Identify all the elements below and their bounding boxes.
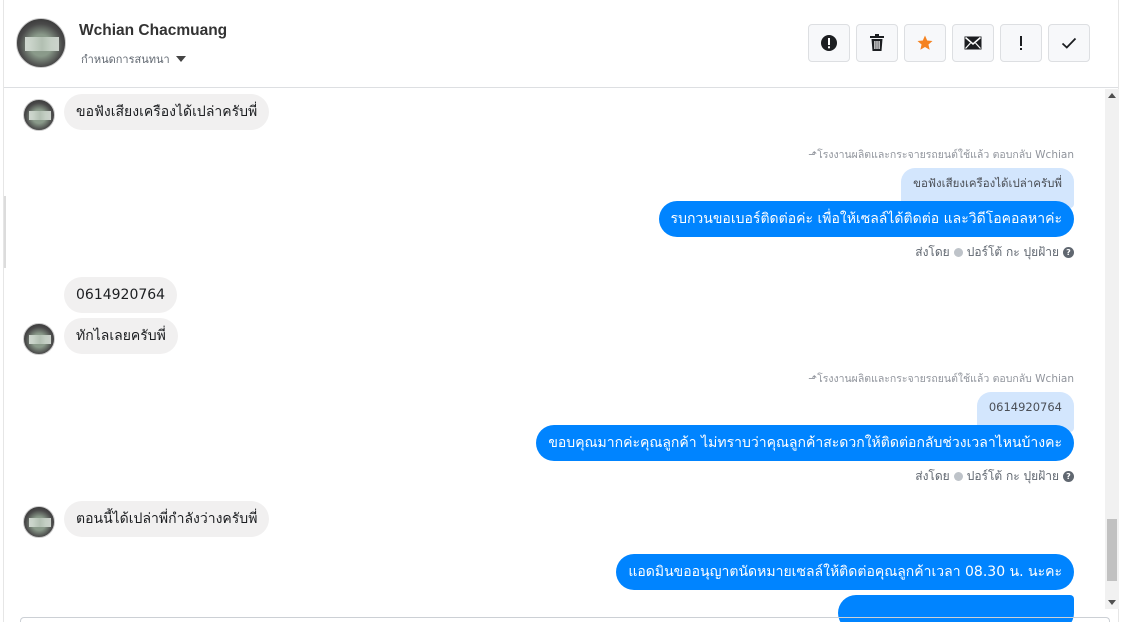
- incoming-message[interactable]: ตอนนี้ได้เปล่าพี่กำลังว่างครับพี่: [64, 501, 270, 537]
- incoming-message[interactable]: ทักไลเลยครับพี่: [64, 318, 178, 354]
- scrollbar-thumb[interactable]: [1107, 519, 1117, 581]
- exclamation-icon: [1020, 36, 1022, 50]
- page-badge-icon: [953, 472, 963, 481]
- sent-by-label: ส่งโดย: [915, 245, 950, 259]
- reply-note-text: โรงงานผลิตและกระจายรถยนต์ใช้แล้ว ตอบกลับ…: [817, 373, 1074, 385]
- mark-unread-button[interactable]: [952, 24, 994, 62]
- contact-name[interactable]: Wchian Chacmuang: [79, 22, 227, 40]
- mark-spam-button[interactable]: [808, 24, 850, 62]
- conversation-settings-label: กำหนดการสนทนา: [81, 53, 170, 66]
- scroll-down-arrow-icon[interactable]: [1108, 600, 1116, 605]
- composer-top-edge: [20, 617, 1110, 622]
- sent-by-label: ส่งโดย: [915, 469, 950, 483]
- messenger-window: Wchian Chacmuang กำหนดการสนทนา ขอฟังเสีย…: [3, 0, 1119, 622]
- action-toolbar: [808, 24, 1090, 62]
- help-icon[interactable]: ?: [1063, 471, 1074, 482]
- thread-scrollbar[interactable]: [1105, 89, 1119, 609]
- trash-icon: [870, 34, 884, 51]
- page-badge-icon: [953, 248, 963, 257]
- checkmark-icon: [1061, 37, 1077, 49]
- delete-button[interactable]: [856, 24, 898, 62]
- envelope-icon: [964, 36, 982, 50]
- reply-context-note: ⬏โรงงานผลิตและกระจายรถยนต์ใช้แล้ว ตอบกลั…: [808, 370, 1074, 387]
- reply-arrow-icon: ⬏: [808, 149, 818, 161]
- reply-context-note: ⬏โรงงานผลิตและกระจายรถยนต์ใช้แล้ว ตอบกลั…: [808, 146, 1074, 163]
- help-icon[interactable]: ?: [1063, 247, 1074, 258]
- contact-avatar-small: [23, 99, 55, 131]
- outgoing-message[interactable]: แอดมินขออนุญาตนัดหมายเซลล์ให้ติดต่อคุณลู…: [616, 554, 1074, 590]
- mark-done-button[interactable]: [1048, 24, 1090, 62]
- sent-by-line: ส่งโดย ปอร์โต้ กะ ปุยฝ้าย ?: [915, 243, 1074, 262]
- reply-note-text: โรงงานผลิตและกระจายรถยนต์ใช้แล้ว ตอบกลับ…: [817, 149, 1074, 161]
- reply-arrow-icon: ⬏: [808, 373, 818, 385]
- contact-avatar[interactable]: [16, 18, 66, 68]
- sender-name[interactable]: ปอร์โต้ กะ ปุยฝ้าย: [967, 467, 1059, 486]
- outgoing-message[interactable]: ขอบคุณมากค่ะคุณลูกค้า ไม่ทราบว่าคุณลูกค้…: [536, 425, 1074, 461]
- follow-up-button[interactable]: [1000, 24, 1042, 62]
- incoming-message[interactable]: ขอฟังเสียงเครืองได้เปล่าครับพี่: [64, 94, 270, 130]
- exclamation-circle-icon: [821, 35, 837, 51]
- conversation-settings-dropdown[interactable]: กำหนดการสนทนา: [81, 50, 186, 68]
- star-button[interactable]: [904, 24, 946, 62]
- contact-avatar-small: [23, 323, 55, 355]
- scroll-up-arrow-icon[interactable]: [1108, 93, 1116, 98]
- star-icon: [917, 35, 933, 50]
- sent-by-line: ส่งโดย ปอร์โต้ กะ ปุยฝ้าย ?: [915, 467, 1074, 486]
- contact-avatar-small: [23, 506, 55, 538]
- message-thread: ขอฟังเสียงเครืองได้เปล่าครับพี่ ⬏โรงงานผ…: [4, 89, 1104, 622]
- sender-name[interactable]: ปอร์โต้ กะ ปุยฝ้าย: [967, 243, 1059, 262]
- incoming-message[interactable]: 0614920764: [64, 277, 178, 313]
- conversation-header: Wchian Chacmuang กำหนดการสนทนา: [4, 0, 1118, 88]
- outgoing-message[interactable]: รบกวนขอเบอร์ติดต่อค่ะ เพื่อให้เซลล์ได้ติ…: [658, 201, 1074, 237]
- caret-down-icon: [175, 56, 186, 62]
